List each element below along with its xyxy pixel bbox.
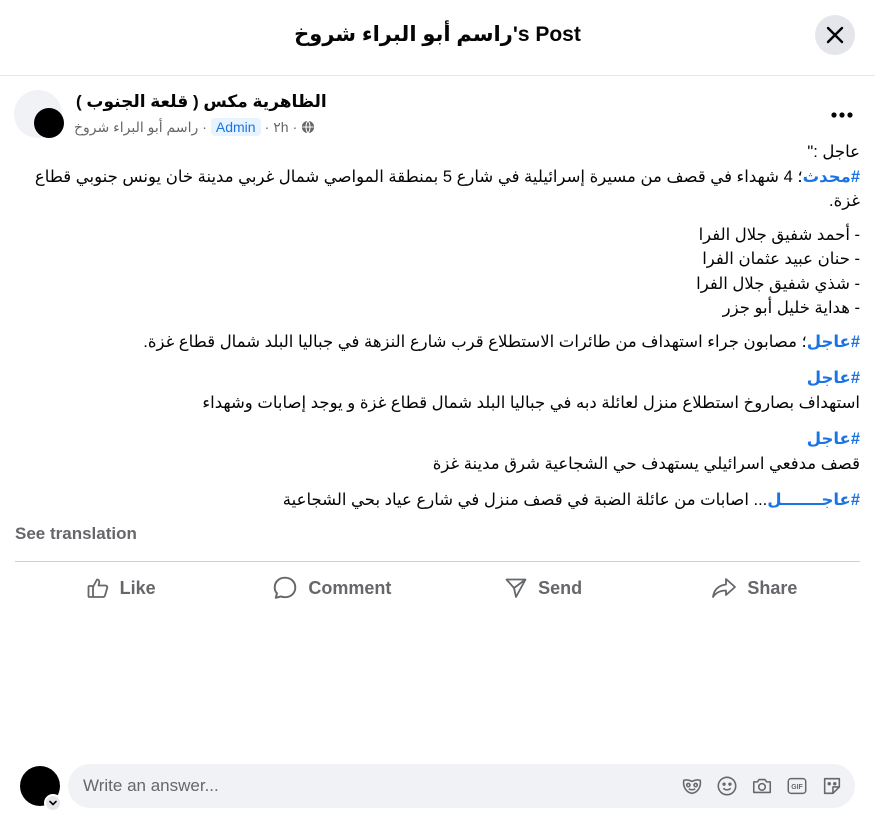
divider (15, 561, 860, 562)
post-text: عاجل :" #محدث؛ 4 شهداء في قصف من مسيرة إ… (14, 140, 860, 513)
share-label: Share (747, 577, 798, 598)
hashtag-link[interactable]: #عاجل (807, 333, 860, 351)
like-button[interactable]: Like (15, 566, 226, 610)
post-paragraph: #عاجـــــــل... اصابات من عائلة الضبة في… (14, 488, 860, 513)
hashtag-link[interactable]: #عاجل (807, 430, 860, 448)
svg-text:GIF: GIF (791, 784, 802, 791)
name-line: - هداية خليل أبو جزر (722, 299, 860, 317)
thumbs-up-icon (87, 578, 108, 598)
post-paragraph: #محدث؛ 4 شهداء في قصف من مسيرة إسرائيلية… (14, 165, 860, 214)
more-options-button[interactable] (824, 102, 860, 128)
hashtag-link[interactable]: #محدث (803, 168, 860, 186)
post-actions-bar: Like Comment Send Share (15, 566, 860, 610)
name-line: - حنان عبيد عثمان الفرا (702, 250, 860, 268)
post-paragraph: #عاجل؛ مصابون جراء استهداف من طائرات الا… (14, 330, 860, 355)
post-meta: راسم أبو البراء شروخ · Admin · ٢h · (74, 118, 315, 136)
camera-icon[interactable] (750, 774, 773, 797)
smiley-icon[interactable] (715, 774, 738, 797)
name-line: - شذي شفيق جلال الفرا (696, 274, 860, 293)
answer-placeholder: Write an answer... (83, 776, 219, 795)
globe-icon (302, 120, 315, 134)
post-paragraph: #عاجل (14, 427, 860, 452)
group-name[interactable]: الظاهرية مكس ( قلعة الجنوب ) (76, 92, 327, 112)
post-paragraph: #عاجل (14, 366, 860, 391)
paragraph-text: ؛ مصابون جراء استهداف من طائرات الاستطلا… (143, 332, 807, 351)
comment-label: Comment (308, 577, 392, 598)
comment-bubble-icon (274, 576, 297, 599)
post-time[interactable]: ٢h (273, 119, 288, 136)
send-button[interactable]: Send (438, 566, 649, 610)
name-line: - أحمد شفيق جلال الفرا (698, 225, 860, 244)
mask-icon[interactable] (680, 774, 703, 797)
dialog-header: راسم أبو البراء شروخ's Post (0, 0, 875, 76)
sticker-icon[interactable] (820, 774, 843, 797)
gif-icon[interactable]: GIF (785, 774, 808, 797)
see-translation-link[interactable]: See translation (15, 524, 137, 544)
admin-badge: Admin (210, 118, 261, 136)
close-icon (826, 26, 844, 44)
author-avatar[interactable] (34, 108, 64, 138)
like-label: Like (119, 577, 156, 598)
paragraph-text: ... اصابات من عائلة الضبة في قصف منزل في… (282, 491, 768, 509)
separator-dot: · (264, 119, 270, 135)
post-line: عاجل :" (807, 143, 860, 161)
answer-input[interactable]: Write an answer... GIF (68, 764, 855, 808)
paragraph-text: ؛ 4 شهداء في قصف من مسيرة إسرائيلية في ش… (34, 167, 860, 211)
share-button[interactable]: Share (649, 566, 860, 610)
send-label: Send (538, 577, 583, 598)
separator-dot: · (202, 119, 207, 135)
close-button[interactable] (815, 15, 855, 55)
separator-dot: · (292, 119, 298, 135)
group-avatar[interactable] (14, 90, 64, 138)
chevron-down-icon (49, 800, 57, 806)
comment-button[interactable]: Comment (226, 566, 437, 610)
avatar-switch-button[interactable] (44, 794, 62, 812)
dialog-title: راسم أبو البراء شروخ's Post (294, 23, 581, 46)
hashtag-link[interactable]: #عاجل (807, 369, 860, 387)
author-name[interactable]: راسم أبو البراء شروخ (74, 119, 198, 136)
more-icon (831, 112, 853, 118)
paragraph-text: استهداف بصاروخ استطلاع منزل لعائلة دبه ف… (202, 393, 860, 412)
composer-tools: GIF (680, 774, 843, 797)
post-header: الظاهرية مكس ( قلعة الجنوب ) راسم أبو ال… (14, 88, 860, 144)
paragraph-text: قصف مدفعي اسرائيلي يستهدف حي الشجاعية شر… (432, 454, 860, 473)
hashtag-link[interactable]: #عاجـــــــل (767, 491, 860, 509)
send-icon (505, 578, 527, 598)
share-arrow-icon (712, 578, 737, 598)
answer-composer: Write an answer... GIF (20, 764, 855, 812)
